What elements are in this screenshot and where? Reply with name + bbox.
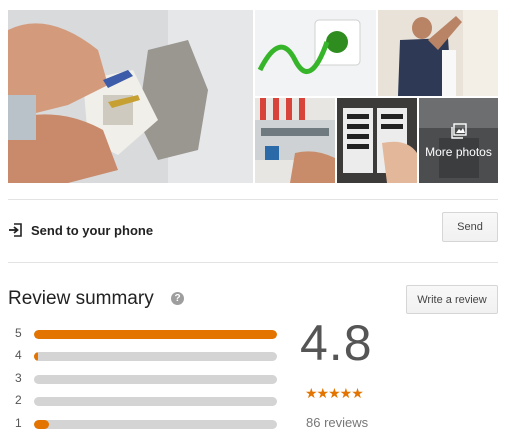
photo-wiring-outlet[interactable] bbox=[8, 10, 253, 183]
rating-bar-track bbox=[34, 352, 277, 361]
rating-bar-row[interactable]: 4 bbox=[15, 348, 277, 364]
rating-bar-track bbox=[34, 375, 277, 384]
photo-gallery: More photos bbox=[8, 10, 498, 183]
rating-bar-label: 4 bbox=[15, 348, 22, 362]
send-to-phone-row: Send to your phone Send bbox=[8, 212, 498, 246]
average-rating: 4.8 bbox=[300, 315, 373, 371]
send-button[interactable]: Send bbox=[442, 212, 498, 242]
rating-bar-label: 3 bbox=[15, 371, 22, 385]
rating-bar-label: 1 bbox=[15, 416, 22, 430]
review-count-link[interactable]: 86 reviews bbox=[306, 415, 368, 430]
rating-bar-row[interactable]: 2 bbox=[15, 393, 277, 409]
review-summary-title: Review summary bbox=[8, 288, 154, 309]
more-photos-overlay: More photos bbox=[419, 98, 498, 183]
more-photos-tile[interactable]: More photos bbox=[419, 98, 498, 183]
rating-bar-track bbox=[34, 420, 277, 429]
more-photos-label: More photos bbox=[425, 144, 492, 159]
rating-bar-track bbox=[34, 330, 277, 339]
photo-breaker-panel[interactable] bbox=[337, 98, 417, 183]
star-rating-icon: ★★★★★ bbox=[305, 385, 364, 401]
rating-bar-row[interactable]: 3 bbox=[15, 371, 277, 387]
send-to-phone-label[interactable]: Send to your phone bbox=[31, 223, 153, 238]
divider bbox=[8, 262, 498, 263]
rating-bar-label: 5 bbox=[15, 326, 22, 340]
rating-bar-track bbox=[34, 397, 277, 406]
photo-green-plug[interactable] bbox=[255, 10, 376, 96]
rating-bar-row[interactable]: 5 bbox=[15, 326, 277, 342]
help-icon[interactable]: ? bbox=[171, 292, 184, 305]
photo-library-icon bbox=[450, 122, 467, 139]
rating-bar-fill bbox=[34, 352, 38, 361]
rating-bar-fill bbox=[34, 330, 277, 339]
divider bbox=[8, 199, 498, 200]
rating-bar-fill bbox=[34, 420, 49, 429]
write-review-button[interactable]: Write a review bbox=[406, 285, 498, 314]
rating-bar-label: 2 bbox=[15, 393, 22, 407]
photo-panel-wiring[interactable] bbox=[255, 98, 335, 183]
photo-electrician-ceiling[interactable] bbox=[378, 10, 498, 96]
send-to-phone-icon bbox=[8, 222, 24, 238]
rating-bar-row[interactable]: 1 bbox=[15, 416, 277, 432]
